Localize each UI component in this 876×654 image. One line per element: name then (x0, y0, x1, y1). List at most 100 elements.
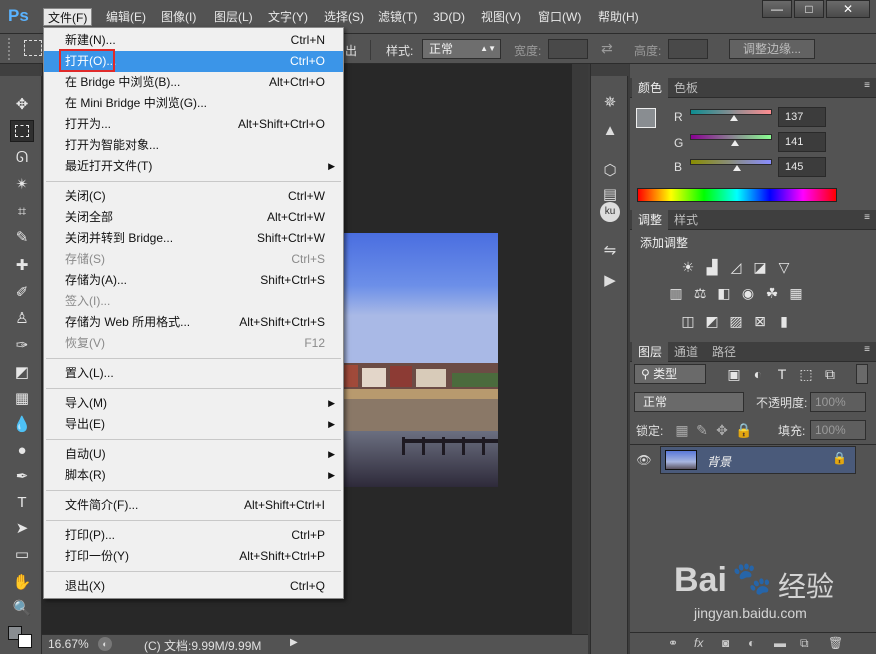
slider-thumb[interactable] (731, 140, 740, 146)
file-menu-item[interactable]: 退出(X) Ctrl+Q (44, 576, 343, 597)
menu-edit[interactable]: 编辑(E) (102, 8, 150, 26)
gradient-map-icon[interactable]: ▮ (774, 312, 794, 330)
menu-window[interactable]: 窗口(W) (534, 8, 585, 26)
delete-layer-icon[interactable]: 🗑 (828, 636, 843, 650)
healing-brush-tool-icon[interactable]: ✚ (10, 255, 34, 277)
marquee-tool-icon[interactable] (10, 120, 34, 142)
lock-transparent-icon[interactable]: ▦ (672, 421, 692, 439)
menu-view[interactable]: 视图(V) (477, 8, 525, 26)
link-layers-icon[interactable]: ⚭ (668, 636, 678, 650)
slider-thumb[interactable] (732, 165, 741, 171)
file-menu-item[interactable]: 关闭(C) Ctrl+W (44, 186, 343, 207)
file-menu-item[interactable]: 打印(P)... Ctrl+P (44, 525, 343, 546)
clone-stamp-tool-icon[interactable]: ♙ (10, 308, 34, 330)
tab-paths[interactable]: 路径 (706, 342, 742, 362)
tab-color[interactable]: 颜色 (632, 78, 669, 98)
menu-file[interactable]: 文件(F) (43, 8, 93, 26)
minimize-button[interactable]: — (762, 0, 792, 18)
slider-thumb[interactable] (730, 115, 739, 121)
hue-saturation-icon[interactable]: ▥ (666, 284, 686, 302)
new-group-icon[interactable]: ▬ (774, 636, 786, 650)
maximize-button[interactable]: □ (794, 0, 824, 18)
menu-type[interactable]: 文字(Y) (264, 8, 312, 26)
color-lookup-icon[interactable]: ▦ (786, 284, 806, 302)
filter-adjustment-icon[interactable]: ◐ (748, 365, 768, 383)
eyedropper-tool-icon[interactable]: ✎ (10, 227, 34, 249)
file-menu-item[interactable]: 存储为(A)... Shift+Ctrl+S (44, 270, 343, 291)
new-layer-icon[interactable]: ⧉ (800, 636, 809, 651)
levels-icon[interactable]: ▟ (702, 258, 722, 276)
filter-shape-icon[interactable]: ⬚ (796, 365, 816, 383)
blur-tool-icon[interactable]: 💧 (10, 414, 34, 436)
navigator-icon[interactable]: ✵ (599, 92, 621, 114)
file-menu-item[interactable]: 关闭全部 Alt+Ctrl+W (44, 207, 343, 228)
gradient-tool-icon[interactable]: ▦ (10, 388, 34, 410)
menu-image[interactable]: 图像(I) (157, 8, 200, 26)
layer-name[interactable]: 背景 (707, 453, 731, 470)
new-adjustment-icon[interactable]: ◐ (748, 636, 755, 650)
magic-wand-tool-icon[interactable]: ✴ (10, 174, 34, 196)
opacity-input[interactable]: 100% (810, 392, 866, 412)
color-balance-icon[interactable]: ⚖ (690, 284, 710, 302)
tab-layers[interactable]: 图层 (632, 342, 669, 362)
file-menu-item[interactable]: 新建(N)... Ctrl+N (44, 30, 343, 51)
add-mask-icon[interactable]: ◙ (722, 636, 729, 650)
vibrance-icon[interactable]: ▽ (774, 258, 794, 276)
marquee-preset-icon[interactable] (24, 40, 42, 56)
color-spectrum[interactable] (637, 188, 837, 202)
lock-all-icon[interactable]: 🔒 (734, 421, 754, 439)
height-input[interactable] (668, 39, 708, 59)
black-white-icon[interactable]: ◧ (714, 284, 734, 302)
history-icon[interactable]: ⇋ (599, 240, 621, 262)
file-menu-item[interactable]: 打印一份(Y) Alt+Shift+Ctrl+P (44, 546, 343, 567)
posterize-icon[interactable]: ◩ (702, 312, 722, 330)
file-menu-item[interactable]: 脚本(R) ▶ (44, 465, 343, 486)
file-menu-item[interactable]: 导出(E) ▶ (44, 414, 343, 435)
rectangle-tool-icon[interactable]: ▭ (10, 544, 34, 566)
file-menu-item[interactable]: 在 Mini Bridge 中浏览(G)... (44, 93, 343, 114)
lock-position-icon[interactable]: ✥ (712, 421, 732, 439)
share-icon[interactable]: ◐ (98, 637, 112, 651)
threshold-icon[interactable]: ▨ (726, 312, 746, 330)
menu-select[interactable]: 选择(S) (320, 8, 368, 26)
menu-help[interactable]: 帮助(H) (594, 8, 643, 26)
filter-type-icon[interactable]: T (772, 365, 792, 383)
panel-menu-icon[interactable]: ≡ (864, 344, 870, 355)
swap-icon[interactable]: ⇄ (601, 40, 613, 57)
r-value[interactable]: 137 (778, 107, 826, 127)
invert-icon[interactable]: ◫ (678, 312, 698, 330)
file-menu-item[interactable]: 打开为... Alt+Shift+Ctrl+O (44, 114, 343, 135)
file-menu-item[interactable]: 关闭并转到 Bridge... Shift+Ctrl+W (44, 228, 343, 249)
menu-layer[interactable]: 图层(L) (210, 8, 257, 26)
vertical-scrollbar[interactable] (572, 64, 588, 634)
menu-filter[interactable]: 滤镜(T) (374, 8, 421, 26)
filter-smart-icon[interactable]: ⧉ (820, 365, 840, 383)
filter-toggle[interactable] (856, 364, 868, 384)
zoom-level[interactable]: 16.67% (48, 637, 89, 651)
layer-row-background[interactable]: 背景 🔒 (660, 446, 856, 474)
lasso-tool-icon[interactable]: ᘏ (10, 147, 34, 169)
file-menu-item[interactable]: 在 Bridge 中浏览(B)... Alt+Ctrl+O (44, 72, 343, 93)
background-color-swatch[interactable] (18, 634, 32, 648)
file-menu-item[interactable]: 自动(U) ▶ (44, 444, 343, 465)
tab-adjustments[interactable]: 调整 (632, 210, 669, 230)
blend-mode-select[interactable]: 正常 (634, 392, 744, 412)
foreground-swatch[interactable] (636, 108, 656, 128)
dodge-tool-icon[interactable]: ● (10, 440, 34, 462)
channel-mixer-icon[interactable]: ☘ (762, 284, 782, 302)
zoom-tool-icon[interactable]: 🔍 (10, 598, 34, 620)
fill-input[interactable]: 100% (810, 420, 866, 440)
g-value[interactable]: 141 (778, 132, 826, 152)
selective-color-icon[interactable]: ⊠ (750, 312, 770, 330)
file-menu-item[interactable]: 文件简介(F)... Alt+Shift+Ctrl+I (44, 495, 343, 516)
panel-menu-icon[interactable]: ≡ (864, 212, 870, 223)
tab-channels[interactable]: 通道 (668, 342, 704, 362)
path-selection-tool-icon[interactable]: ➤ (10, 518, 34, 540)
eraser-tool-icon[interactable]: ◩ (10, 362, 34, 384)
histogram-icon[interactable]: ▲ (599, 120, 621, 142)
kuler-icon[interactable]: ku (600, 202, 620, 222)
filter-pixel-icon[interactable]: ▣ (724, 365, 744, 383)
file-menu-item[interactable]: 置入(L)... (44, 363, 343, 384)
actions-play-icon[interactable]: ▶ (599, 270, 621, 292)
brush-tool-icon[interactable]: ✐ (10, 282, 34, 304)
